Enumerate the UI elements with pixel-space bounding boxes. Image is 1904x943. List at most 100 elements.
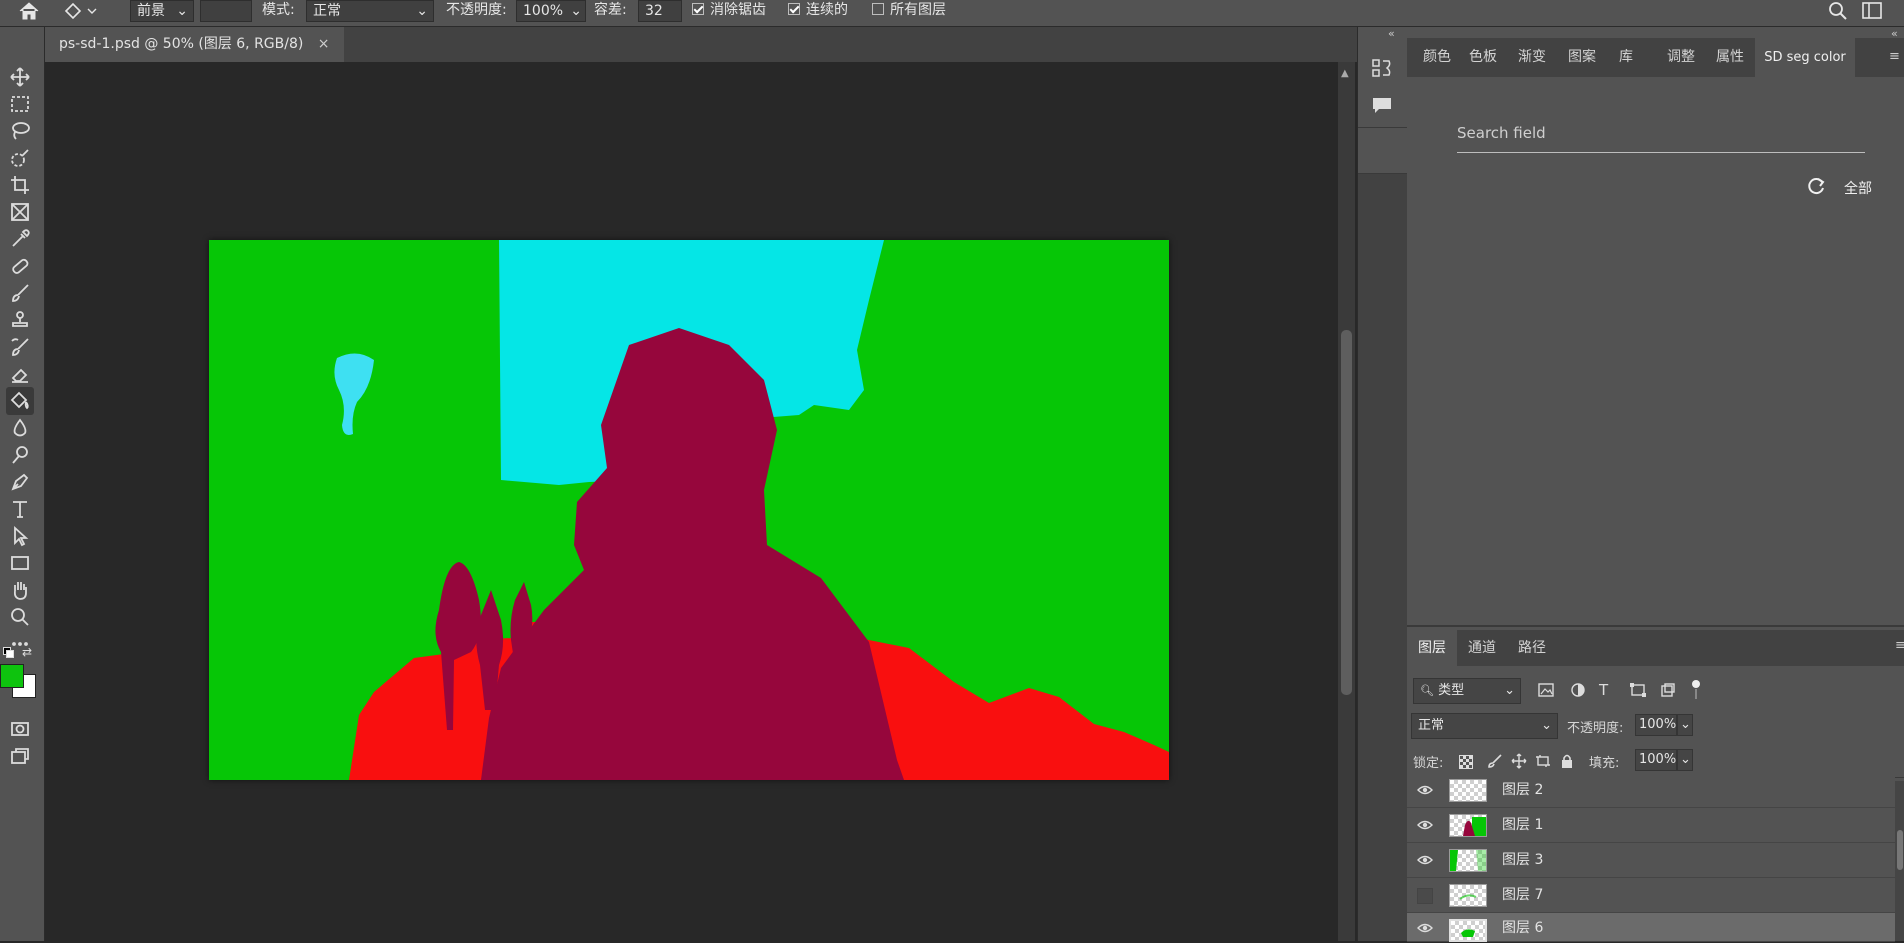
- pen-tool-icon[interactable]: [6, 468, 34, 496]
- tab-channels[interactable]: 通道: [1457, 630, 1507, 666]
- collapse-dock-icon[interactable]: «: [1388, 27, 1395, 40]
- paint-bucket-tool-icon[interactable]: [6, 387, 34, 415]
- chevron-down-icon: ⌄: [570, 3, 582, 19]
- tab-adjustments[interactable]: 调整: [1657, 38, 1705, 77]
- all-layers-checkbox[interactable]: [872, 3, 884, 15]
- layer-opacity-input[interactable]: 100%: [1635, 714, 1677, 736]
- layer-name[interactable]: 图层 7: [1502, 878, 1543, 912]
- layer-filter-select[interactable]: 🔍︎ 类型 ⌄: [1413, 678, 1521, 704]
- layer-name[interactable]: 图层 3: [1502, 843, 1543, 877]
- layer-opacity-dropdown[interactable]: ⌄: [1677, 714, 1693, 736]
- history-brush-tool-icon[interactable]: [6, 333, 34, 361]
- all-layers-option[interactable]: 所有图层: [872, 0, 946, 22]
- contiguous-option[interactable]: 连续的: [788, 0, 848, 22]
- crop-tool-icon[interactable]: [6, 171, 34, 199]
- pattern-picker[interactable]: [200, 0, 252, 22]
- healing-brush-tool-icon[interactable]: [6, 252, 34, 280]
- mode-select[interactable]: 正常 ⌄: [306, 0, 434, 22]
- visibility-toggle-empty[interactable]: [1417, 888, 1433, 904]
- history-panel-icon[interactable]: [1370, 57, 1394, 83]
- eye-icon[interactable]: [1417, 818, 1433, 832]
- tab-layers[interactable]: 图层: [1407, 630, 1457, 666]
- layers-menu-icon[interactable]: ≡: [1895, 638, 1904, 653]
- opacity-input[interactable]: 100% ⌄: [516, 0, 586, 22]
- marquee-tool-icon[interactable]: [6, 90, 34, 118]
- default-colors-icon[interactable]: [3, 647, 14, 658]
- all-label[interactable]: 全部: [1844, 178, 1872, 198]
- fill-input[interactable]: 100%: [1635, 749, 1677, 771]
- lock-transparent-icon[interactable]: [1459, 755, 1473, 769]
- layer-row[interactable]: 图层 7: [1407, 878, 1895, 913]
- filter-pixel-icon[interactable]: [1537, 682, 1555, 702]
- eyedropper-tool-icon[interactable]: [6, 225, 34, 253]
- filter-shape-icon[interactable]: [1629, 682, 1647, 702]
- dock-empty-area: [1358, 174, 1407, 941]
- tab-libraries[interactable]: 库: [1607, 38, 1645, 77]
- filter-type-icon[interactable]: T: [1599, 681, 1608, 699]
- lock-position-icon[interactable]: [1511, 753, 1527, 773]
- antialias-checkbox[interactable]: [692, 3, 704, 15]
- tab-properties[interactable]: 属性: [1705, 38, 1755, 77]
- tolerance-input[interactable]: 32: [638, 0, 682, 22]
- eye-icon[interactable]: [1417, 853, 1433, 867]
- close-tab-icon[interactable]: ×: [318, 36, 330, 52]
- canvas-scrollbar-thumb[interactable]: [1341, 330, 1352, 695]
- dodge-tool-icon[interactable]: [6, 441, 34, 469]
- comments-panel-icon[interactable]: [1370, 95, 1394, 121]
- tab-paths[interactable]: 路径: [1507, 630, 1557, 666]
- search-field[interactable]: Search field: [1457, 124, 1546, 142]
- tab-gradients[interactable]: 渐变: [1507, 38, 1557, 77]
- quick-select-tool-icon[interactable]: [6, 144, 34, 172]
- layer-name[interactable]: 图层 2: [1502, 773, 1543, 807]
- layers-scrollbar-thumb[interactable]: [1897, 830, 1903, 870]
- search-icon[interactable]: [1828, 2, 1848, 24]
- eye-icon[interactable]: [1417, 921, 1433, 935]
- blend-mode-select[interactable]: 正常 ⌄: [1411, 713, 1558, 739]
- home-icon[interactable]: [18, 2, 40, 24]
- filter-smart-object-icon[interactable]: [1659, 682, 1677, 702]
- lock-image-icon[interactable]: [1487, 753, 1503, 773]
- layer-row[interactable]: 图层 3: [1407, 843, 1895, 878]
- lasso-tool-icon[interactable]: [6, 117, 34, 145]
- swap-colors-icon[interactable]: ⇄: [22, 645, 32, 659]
- frame-tool-icon[interactable]: [6, 198, 34, 226]
- document-tab[interactable]: ps-sd-1.psd @ 50% (图层 6, RGB/8) ×: [45, 27, 344, 62]
- layer-name[interactable]: 图层 1: [1502, 808, 1543, 842]
- zoom-tool-icon[interactable]: [6, 603, 34, 631]
- blur-tool-icon[interactable]: [6, 414, 34, 442]
- tab-sd-seg-color[interactable]: SD seg color: [1755, 38, 1855, 77]
- paint-bucket-preset-icon[interactable]: [62, 2, 102, 24]
- rectangle-tool-icon[interactable]: [6, 549, 34, 577]
- layer-name[interactable]: 图层 6: [1502, 913, 1543, 943]
- fill-dropdown[interactable]: ⌄: [1677, 749, 1693, 771]
- contiguous-checkbox[interactable]: [788, 3, 800, 15]
- antialias-option[interactable]: 消除锯齿: [692, 0, 766, 22]
- eye-icon[interactable]: [1417, 783, 1433, 797]
- type-tool-icon[interactable]: [6, 495, 34, 523]
- layer-row-selected[interactable]: 图层 6: [1407, 913, 1895, 942]
- screen-mode-icon[interactable]: [6, 742, 34, 770]
- layer-row[interactable]: 图层 1: [1407, 808, 1895, 843]
- fill-source-select[interactable]: 前景 ⌄: [130, 0, 194, 22]
- path-selection-tool-icon[interactable]: [6, 522, 34, 550]
- hand-tool-icon[interactable]: [6, 576, 34, 604]
- clone-stamp-tool-icon[interactable]: [6, 306, 34, 334]
- filter-adjustment-icon[interactable]: [1569, 682, 1587, 702]
- workspace-icon[interactable]: [1862, 2, 1886, 24]
- scroll-up-icon[interactable]: ▲: [1341, 68, 1349, 79]
- layer-row[interactable]: 图层 2: [1407, 773, 1895, 808]
- foreground-color-swatch[interactable]: [0, 664, 24, 688]
- refresh-icon[interactable]: [1805, 175, 1827, 201]
- lock-artboard-icon[interactable]: [1535, 753, 1551, 773]
- document-canvas[interactable]: [209, 240, 1169, 780]
- tab-patterns[interactable]: 图案: [1557, 38, 1607, 77]
- eraser-tool-icon[interactable]: [6, 360, 34, 388]
- tab-color[interactable]: 颜色: [1415, 38, 1459, 77]
- lock-all-icon[interactable]: [1559, 753, 1575, 773]
- panel-menu-icon[interactable]: ≡: [1889, 49, 1900, 64]
- quick-mask-icon[interactable]: [6, 715, 34, 743]
- brush-tool-icon[interactable]: [6, 279, 34, 307]
- tab-swatches[interactable]: 色板: [1459, 38, 1507, 77]
- move-tool-icon[interactable]: [6, 63, 34, 91]
- filter-toggle-icon[interactable]: [1692, 680, 1700, 688]
